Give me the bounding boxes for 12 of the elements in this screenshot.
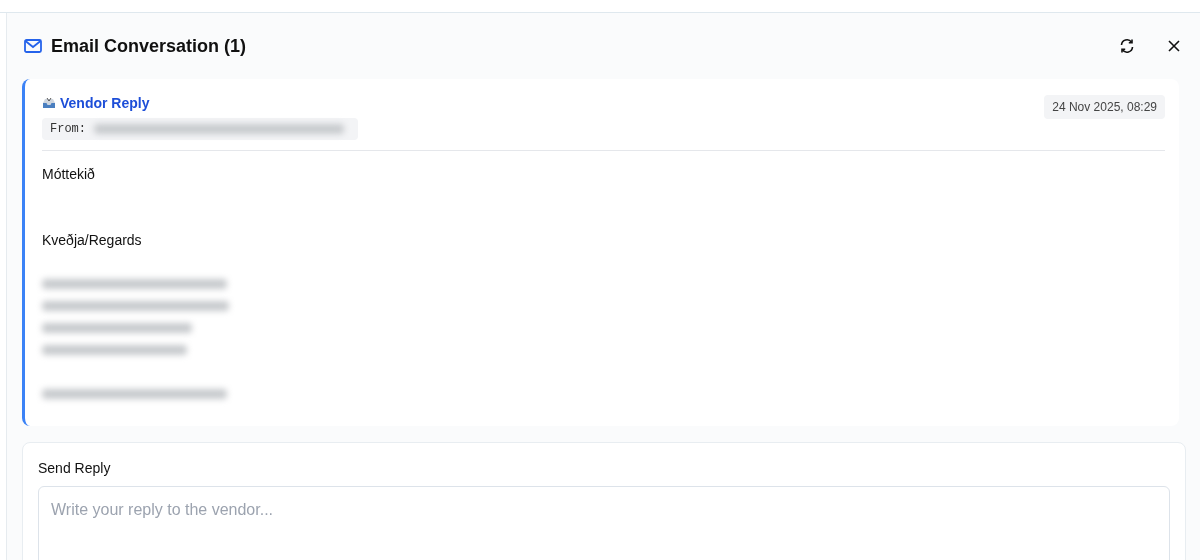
close-icon[interactable] <box>1168 40 1180 52</box>
date-badge: 24 Nov 2025, 08:29 <box>1044 95 1165 119</box>
panel-title: Email Conversation (1) <box>51 35 247 57</box>
reply-field[interactable]: Write your reply to the vendor... <box>38 486 1170 560</box>
sender-name: Vendor Reply <box>60 95 150 111</box>
message-text: Kveðja/Regards <box>42 232 142 248</box>
reply-label: Send Reply <box>38 460 112 476</box>
message-text: Móttekið <box>42 166 95 182</box>
inbox-tray-icon <box>42 97 56 109</box>
mail-icon <box>24 39 42 53</box>
from-label: From: <box>50 122 86 136</box>
refresh-icon[interactable] <box>1119 38 1135 54</box>
